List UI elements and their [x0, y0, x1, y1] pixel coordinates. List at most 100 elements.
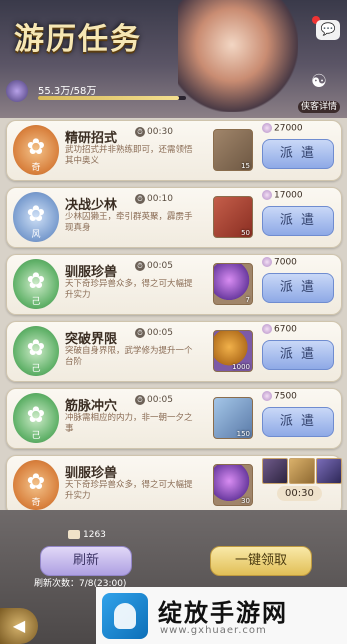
task-card: ✿ 风 决战少林 ⏱ 00:10 少林囚獭王，牵引群英聚，霹雳手现真身 50 17000 派…	[6, 187, 342, 248]
chat-icon[interactable]: 💬	[316, 20, 340, 40]
page-title: 游历任务	[14, 22, 142, 57]
reward-count: 7	[245, 296, 250, 304]
task-timer-value: 00:05	[147, 328, 173, 338]
hero-detail-label: 侠客详情	[297, 101, 340, 113]
task-name: 筋脉冲穴	[65, 399, 118, 414]
task-card: ✿ 奇 精研招式 ⏱ 00:30 武功招式并非熟练即可，还需领悟其中奥义 15 27000…	[6, 120, 342, 181]
refresh-button[interactable]: 刷新	[40, 546, 132, 576]
task-description: 天下奇珍异兽众多，得之可大幅提升实力	[65, 480, 193, 501]
task-description: 天下奇珍异兽众多，得之可大幅提升实力	[65, 279, 193, 300]
task-name: 驯服珍兽	[65, 466, 118, 481]
task-timer-value: 00:30	[147, 127, 173, 137]
back-button[interactable]: ◀	[0, 608, 38, 644]
silver-reward: 7000	[262, 257, 297, 268]
dispatched-heroes	[262, 458, 342, 484]
task-description: 少林囚獭王，牵引群英聚，霹雳手现真身	[65, 212, 193, 233]
emblem-label: 奇	[31, 163, 41, 173]
reward-item-icon[interactable]: 50	[213, 196, 253, 238]
emblem-label: 己	[31, 431, 41, 441]
task-timer: ⏱ 00:05	[135, 328, 173, 338]
dispatch-button[interactable]: 派 遣	[262, 206, 334, 236]
clock-icon: ⏱	[135, 395, 145, 405]
clock-icon: ⏱	[135, 328, 145, 338]
claim-all-button[interactable]: 一键领取	[210, 546, 312, 576]
silver-reward: 17000	[262, 190, 303, 201]
reward-item-icon[interactable]: 150	[213, 397, 253, 439]
task-description: 冲脉需相应的内力，非一朝一夕之事	[65, 413, 193, 434]
hero-emblem-icon: ☯	[310, 71, 328, 92]
task-card: ✿ 奇 驯服珍兽 天下奇珍异兽众多，得之可大幅提升实力 30 00:30	[6, 455, 342, 516]
clock-icon: ⏱	[135, 261, 145, 271]
dispatch-button[interactable]: 派 遣	[262, 340, 334, 370]
task-description: 武功招式并非熟练即可，还需领悟其中奥义	[65, 145, 193, 166]
reward-count: 1000	[232, 363, 250, 371]
watermark: 绽放手游网 www.gxhuaer.com	[96, 587, 347, 644]
task-countdown: 00:30	[277, 486, 322, 501]
task-card: ✿ 己 筋脉冲穴 ⏱ 00:05 冲脉需相应的内力，非一朝一夕之事 150 7500 派 遣	[6, 388, 342, 449]
silver-amount: 7500	[274, 391, 297, 402]
task-description: 突破自身界限，武学修为提升一个台阶	[65, 346, 193, 367]
emblem-label: 己	[31, 297, 41, 307]
progress-text: 55.3万/58万	[38, 86, 97, 97]
ticket-count: 1263	[68, 530, 106, 540]
clock-icon: ⏱	[135, 194, 145, 204]
dispatch-button[interactable]: 派 遣	[262, 273, 334, 303]
task-timer: ⏱ 00:30	[135, 127, 173, 137]
header: 游历任务 💬 ☯ 侠客详情 55.3万/58万	[0, 0, 347, 118]
task-emblem-icon: ✿ 己	[13, 393, 59, 443]
ticket-count-value: 1263	[83, 530, 106, 540]
progress-bar	[38, 96, 186, 100]
silver-amount: 27000	[274, 123, 303, 134]
task-emblem-icon: ✿ 奇	[13, 125, 59, 175]
reward-count: 150	[236, 430, 250, 438]
reward-count: 15	[241, 162, 250, 170]
watermark-text: 绽放手游网	[158, 599, 288, 627]
task-timer-value: 00:05	[147, 261, 173, 271]
emblem-label: 风	[31, 230, 41, 240]
crystal-icon	[6, 80, 28, 102]
silver-coin-icon	[262, 257, 272, 267]
watermark-logo-icon	[102, 593, 148, 639]
emblem-label: 己	[31, 364, 41, 374]
task-emblem-icon: ✿ 己	[13, 259, 59, 309]
footer: 1263 刷新 刷新次数：7/8(23:00) 一键领取 ◀ 绽放手游网 www…	[0, 510, 347, 644]
task-emblem-icon: ✿ 己	[13, 326, 59, 376]
reward-item-icon[interactable]: 7	[213, 263, 253, 305]
dispatch-button[interactable]: 派 遣	[262, 407, 334, 437]
silver-amount: 7000	[274, 257, 297, 268]
silver-reward: 6700	[262, 324, 297, 335]
hero-avatar[interactable]	[262, 458, 288, 484]
travel-progress: 55.3万/58万	[6, 80, 186, 104]
task-name: 精研招式	[65, 131, 118, 146]
silver-coin-icon	[262, 123, 272, 133]
task-name: 驯服珍兽	[65, 265, 118, 280]
hero-avatar[interactable]	[289, 458, 315, 484]
task-emblem-icon: ✿ 奇	[13, 460, 59, 510]
hero-detail-button[interactable]: ☯ 侠客详情	[296, 70, 342, 113]
task-card: ✿ 己 驯服珍兽 ⏱ 00:05 天下奇珍异兽众多，得之可大幅提升实力 7 7000 派 遣	[6, 254, 342, 315]
task-name: 突破界限	[65, 332, 118, 347]
watermark-url: www.gxhuaer.com	[160, 625, 267, 636]
silver-coin-icon	[262, 324, 272, 334]
reward-item-icon[interactable]: 30	[213, 464, 253, 506]
dispatch-button[interactable]: 派 遣	[262, 139, 334, 169]
silver-coin-icon	[262, 190, 272, 200]
emblem-label: 奇	[31, 498, 41, 508]
reward-count: 50	[241, 229, 250, 237]
silver-reward: 7500	[262, 391, 297, 402]
ticket-icon	[68, 530, 80, 539]
task-timer: ⏱ 00:05	[135, 261, 173, 271]
reward-item-icon[interactable]: 1000	[213, 330, 253, 372]
reward-count: 30	[241, 497, 250, 505]
task-card: ✿ 己 突破界限 ⏱ 00:05 突破自身界限，武学修为提升一个台阶 1000 6700 派…	[6, 321, 342, 382]
back-arrow-icon: ◀	[12, 616, 26, 635]
task-timer: ⏱ 00:10	[135, 194, 173, 204]
task-timer: ⏱ 00:05	[135, 395, 173, 405]
task-timer-value: 00:05	[147, 395, 173, 405]
hero-avatar[interactable]	[316, 458, 342, 484]
task-name: 决战少林	[65, 198, 118, 213]
reward-item-icon[interactable]: 15	[213, 129, 253, 171]
task-emblem-icon: ✿ 风	[13, 192, 59, 242]
silver-amount: 17000	[274, 190, 303, 201]
progress-fill	[38, 96, 180, 100]
